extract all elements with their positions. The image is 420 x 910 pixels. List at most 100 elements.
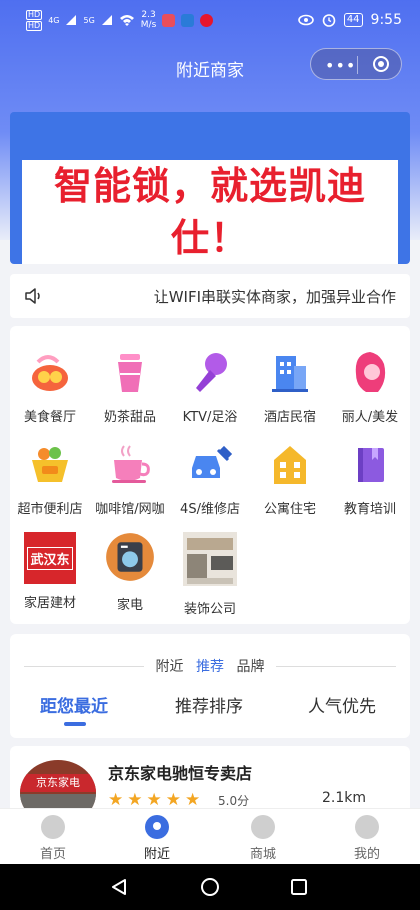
sort-tab-recommended[interactable]: 推荐排序 — [175, 692, 243, 717]
category-label: 公寓住宅 — [263, 502, 316, 517]
shop-name: 京东家电驰恒专卖店 — [108, 764, 253, 783]
category-label: 装饰公司 — [183, 602, 236, 617]
book-icon — [358, 448, 384, 482]
category-label: 教育培训 — [343, 502, 396, 517]
tab-nearby[interactable]: 附近 — [122, 815, 192, 862]
mini-tab-bar: 附近 推荐 品牌 — [10, 656, 410, 676]
speaker-icon — [25, 288, 40, 304]
decoration-photo — [183, 532, 237, 586]
notice-bar[interactable]: 让WIFI串联实体商家，加强异业合作 — [10, 274, 410, 318]
food-icon — [32, 355, 68, 391]
sort-tab-popular[interactable]: 人气优先 — [308, 692, 376, 717]
category-label: KTV/足浴 — [182, 410, 238, 425]
category-label: 4S/维修店 — [180, 502, 240, 517]
location-icon — [145, 815, 169, 839]
tab-label: 商城 — [249, 847, 276, 862]
recents-icon[interactable] — [290, 878, 308, 896]
star-rating: ★ ★ ★ ★ ★ — [108, 790, 200, 810]
hotel-icon — [272, 356, 308, 392]
tab-mall[interactable]: 商城 — [228, 815, 298, 862]
weibo-icon — [200, 13, 214, 27]
category-grid: 美食餐厅 奶茶甜品 KTV/足浴 酒店民宿 丽人/美发 超市便利店 咖啡馆/网咖… — [10, 326, 410, 624]
home-building-logo: 武汉东 — [24, 532, 76, 584]
tab-profile[interactable]: 我的 — [332, 815, 402, 862]
star-icon: ★ — [165, 790, 181, 810]
star-icon: ★ — [108, 790, 124, 810]
hd-badge-bottom: HD — [26, 20, 43, 31]
star-icon: ★ — [185, 790, 201, 810]
home-circle-icon[interactable] — [200, 877, 220, 897]
sort-tab-nearest[interactable]: 距您最近 — [40, 692, 108, 717]
category-label: 奶茶甜品 — [103, 410, 156, 425]
mall-icon — [251, 815, 275, 839]
coffee-icon — [112, 445, 150, 483]
supermarket-icon — [32, 447, 68, 482]
microphone-icon — [196, 353, 227, 392]
category-education[interactable]: 教育培训 — [330, 442, 410, 517]
car-repair-icon — [192, 445, 233, 478]
category-decoration[interactable]: 装饰公司 — [170, 532, 250, 617]
capsule-divider — [357, 56, 358, 74]
mini-tab-nearby[interactable]: 附近 — [156, 659, 184, 675]
category-car-repair[interactable]: 4S/维修店 — [170, 442, 250, 517]
mini-program-capsule: ••• — [310, 48, 402, 80]
signal-4g-label: 4G — [48, 15, 60, 25]
shop-sign: 京东家电 — [20, 774, 96, 792]
banner-text: 智能锁，就选凯迪仕！ — [22, 160, 398, 264]
shop-score: 5.0分 — [218, 794, 250, 808]
tab-label: 我的 — [353, 847, 380, 862]
shop-distance: 2.1km — [321, 790, 366, 806]
category-food[interactable]: 美食餐厅 — [10, 350, 90, 425]
category-home-building[interactable]: 武汉东 家居建材 — [10, 532, 90, 611]
star-icon: ★ — [146, 790, 162, 810]
category-label: 家居建材 — [23, 596, 76, 611]
category-label: 超市便利店 — [17, 502, 83, 517]
profile-icon — [355, 815, 379, 839]
system-navigation-bar — [0, 864, 420, 910]
category-milk-tea[interactable]: 奶茶甜品 — [90, 350, 170, 425]
notice-text: 让WIFI串联实体商家，加强异业合作 — [153, 288, 396, 306]
eye-icon — [298, 14, 314, 26]
alarm-icon — [322, 14, 336, 27]
tab-home[interactable]: 首页 — [18, 815, 88, 862]
close-mini-program-button[interactable] — [373, 56, 389, 72]
milk-tea-icon — [118, 354, 142, 392]
apartment-icon — [274, 446, 306, 484]
category-label: 酒店民宿 — [263, 410, 316, 425]
speed-value: 2.3 — [141, 10, 156, 20]
tab-label: 附近 — [143, 847, 170, 862]
category-apartment[interactable]: 公寓住宅 — [250, 442, 330, 517]
beauty-icon — [355, 352, 386, 392]
category-appliance[interactable]: 家电 — [90, 532, 170, 613]
more-menu-button[interactable]: ••• — [325, 56, 356, 75]
app-notification-icon-1 — [162, 13, 176, 27]
clock: 9:55 — [370, 12, 402, 28]
category-label: 美食餐厅 — [23, 410, 76, 425]
signal-icon-2 — [101, 15, 112, 25]
category-hotel[interactable]: 酒店民宿 — [250, 350, 330, 425]
appliance-icon — [106, 533, 154, 581]
signal-icon — [66, 15, 77, 25]
category-ktv[interactable]: KTV/足浴 — [170, 350, 250, 425]
tab-label: 首页 — [39, 847, 66, 862]
app-notification-icon-2 — [181, 13, 195, 27]
speed-unit: M/s — [140, 20, 157, 30]
promo-banner[interactable]: 智能锁，就选凯迪仕！ — [10, 112, 410, 264]
battery-indicator: 44 — [343, 13, 363, 27]
status-bar: HD HD 4G 5G 2.3 M/s 44 9:55 — [0, 0, 420, 40]
category-label: 咖啡馆/网咖 — [95, 502, 165, 517]
filter-section: 附近 推荐 品牌 距您最近 推荐排序 人气优先 — [10, 634, 410, 738]
signal-5g-label: 5G — [83, 15, 95, 25]
back-icon[interactable] — [110, 878, 128, 896]
category-beauty[interactable]: 丽人/美发 — [330, 350, 410, 425]
category-supermarket[interactable]: 超市便利店 — [10, 442, 90, 517]
active-tab-indicator — [64, 722, 86, 726]
mini-tab-brand[interactable]: 品牌 — [236, 659, 264, 675]
category-label: 丽人/美发 — [341, 410, 399, 425]
mini-tab-recommend[interactable]: 推荐 — [196, 659, 224, 675]
bottom-tab-bar: 首页 附近 商城 我的 — [0, 808, 420, 865]
wifi-icon — [119, 15, 134, 26]
star-icon: ★ — [127, 790, 143, 810]
network-speed: 2.3 M/s — [141, 10, 157, 30]
category-coffee[interactable]: 咖啡馆/网咖 — [90, 442, 170, 517]
